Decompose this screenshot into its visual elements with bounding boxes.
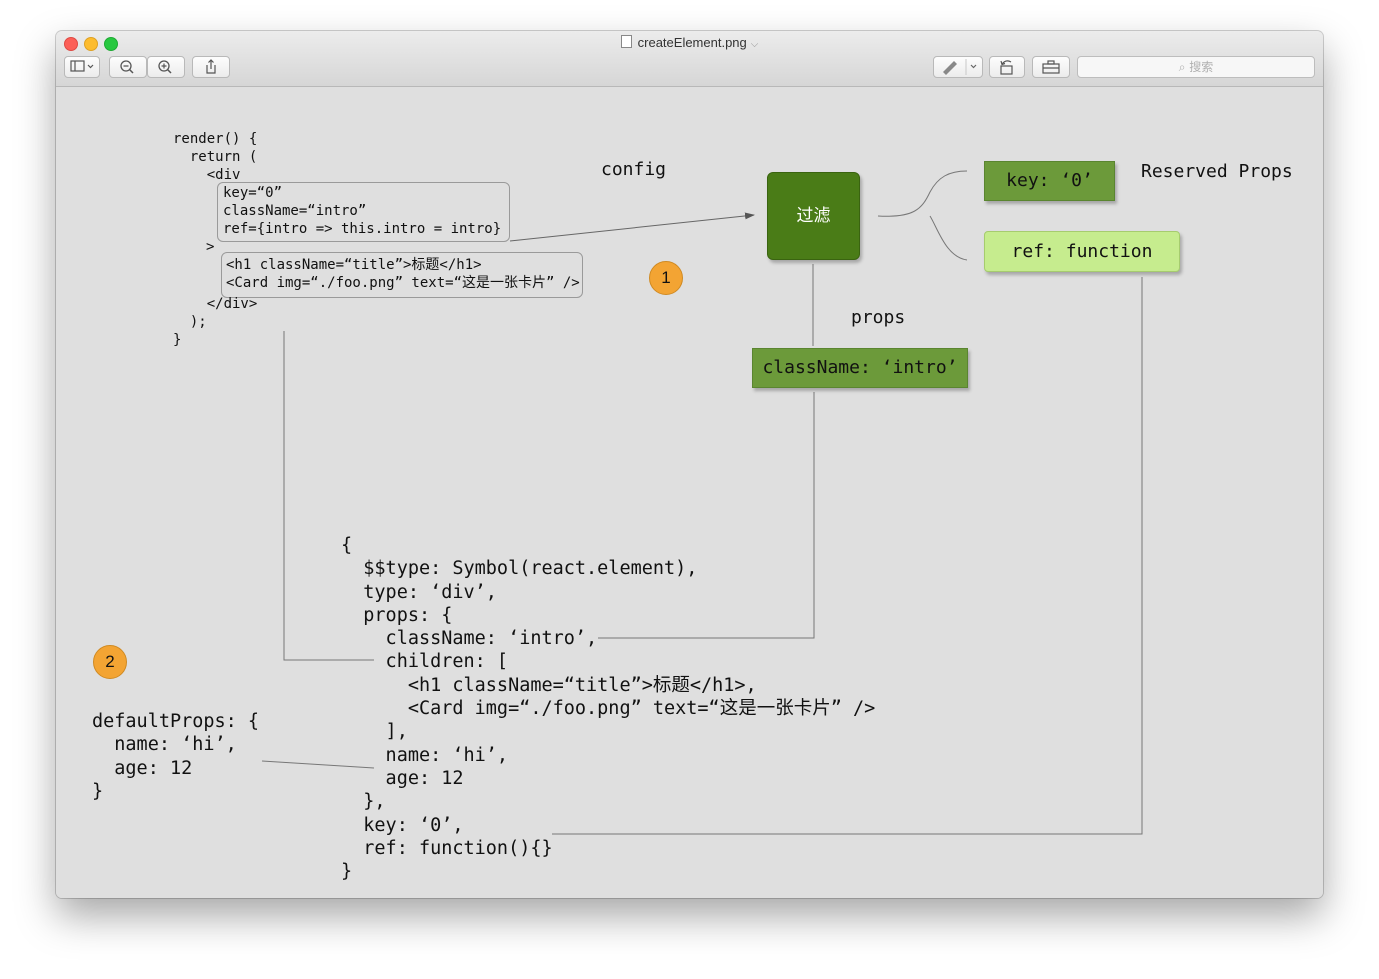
chevron-down-icon: ⌵ [750, 39, 759, 50]
step-badge-2: 2 [93, 645, 127, 679]
default-props-code: defaultProps: { name: ‘hi’, age: 12 } [92, 711, 260, 802]
config-arrow [509, 212, 755, 242]
share-button[interactable] [192, 56, 230, 78]
element-object-code: { $$type: Symbol(react.element), type: ‘… [341, 535, 876, 883]
document-icon [620, 35, 632, 48]
markup-button[interactable] [933, 56, 983, 78]
search-field[interactable]: ⌕ 搜索 [1077, 56, 1315, 78]
sidebar-button[interactable] [64, 56, 100, 78]
render-code-tail: </div> ); } [173, 296, 258, 348]
render-code-head: render() { return ( <div [173, 131, 258, 183]
reserved-brace [877, 170, 968, 261]
reserved-ref-node: ref: function [984, 231, 1180, 272]
render-gt: > [206, 239, 215, 255]
search-placeholder: 搜索 [1189, 60, 1214, 74]
window-title[interactable]: createElement.png ⌵ [56, 35, 1323, 50]
sidebar-icon [70, 60, 94, 72]
filter-node: 过滤 [767, 172, 860, 260]
zoom-in-icon [158, 60, 172, 74]
toolbox-button[interactable] [1032, 56, 1070, 78]
zoom-out-button[interactable] [109, 56, 147, 78]
pen-icon [943, 59, 977, 75]
rotate-icon [1000, 60, 1013, 75]
rotate-button[interactable] [989, 56, 1025, 78]
props-label: props [851, 307, 906, 328]
config-attrs-code: key=“0” className=“intro” ref={intro => … [223, 185, 502, 237]
share-icon [206, 59, 216, 74]
image-canvas: render() { return ( <div key=“0” classNa… [56, 87, 1323, 898]
children-code: <h1 className=“title”>标题</h1> <Card img=… [226, 257, 580, 291]
preview-window: createElement.png ⌵ ⌕ 搜索 render() {retu… [56, 31, 1323, 898]
toolbox-icon [1042, 60, 1060, 74]
title-bar: createElement.png ⌵ ⌕ 搜索 [56, 31, 1323, 87]
search-icon: ⌕ [1178, 60, 1186, 74]
zoom-out-icon [120, 60, 134, 74]
window-title-text: createElement.png [637, 35, 747, 50]
step-badge-1: 1 [649, 261, 683, 295]
classname-prop-node: className: ‘intro’ [752, 348, 968, 388]
reserved-key-node: key: ‘0’ [984, 161, 1115, 201]
zoom-in-button[interactable] [147, 56, 185, 78]
config-label: config [601, 159, 667, 180]
reserved-props-title: Reserved Props [1141, 161, 1293, 182]
